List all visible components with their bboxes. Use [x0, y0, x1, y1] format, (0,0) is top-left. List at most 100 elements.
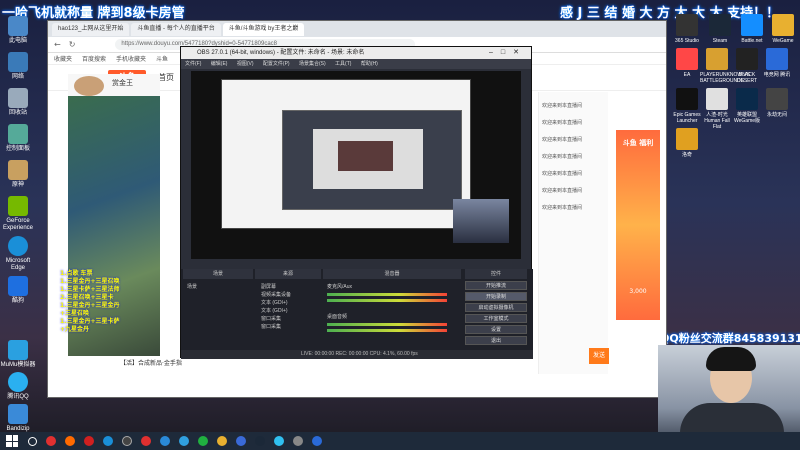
- obs-taskbar-icon[interactable]: [122, 436, 132, 446]
- refresh-icon[interactable]: ↻: [69, 40, 76, 49]
- desktop-icon-this-pc[interactable]: 此电脑: [0, 16, 36, 45]
- source-item[interactable]: 视频采集设备: [261, 291, 291, 298]
- desktop-icon-lol[interactable]: 英雄联盟 WeGame版: [730, 88, 764, 124]
- desktop-icon-epic[interactable]: Epic Games Launcher: [670, 88, 704, 124]
- danmu-list: 欢迎来到本直播间 欢迎来到本直播间 欢迎来到本直播间 欢迎来到本直播间 欢迎来到…: [538, 92, 608, 374]
- steam-taskbar-icon[interactable]: [255, 436, 265, 446]
- bookmark-item[interactable]: 收藏夹: [54, 54, 72, 63]
- exit-button[interactable]: 退出: [465, 336, 527, 345]
- menu-view[interactable]: 视图(V): [237, 61, 254, 67]
- bookmark-item[interactable]: 斗鱼: [156, 54, 168, 63]
- desktop-icon-ea[interactable]: EA: [670, 48, 704, 78]
- virtual-camera-button[interactable]: 启动虚拟摄像机: [465, 303, 527, 312]
- desktop-icon-battlenet[interactable]: Battle.net: [735, 14, 769, 44]
- desktop-icon-qq[interactable]: 腾讯QQ: [0, 372, 36, 401]
- mixer-slider-mic[interactable]: [327, 299, 447, 302]
- source-item[interactable]: 副屏幕: [261, 283, 276, 290]
- tab-douyu-live[interactable]: 斗鱼/斗鱼游戏 by王者之巅: [222, 22, 305, 36]
- black-desert-icon: [736, 48, 758, 70]
- start-recording-button[interactable]: 开始录制: [465, 292, 527, 301]
- desktop-icon-control-panel[interactable]: 控制面板: [0, 124, 36, 153]
- mumu-icon: [8, 340, 28, 360]
- menu-tools[interactable]: 工具(T): [335, 61, 351, 67]
- start-streaming-button[interactable]: 开始推流: [465, 281, 527, 290]
- tab-hao123[interactable]: hao123_上网从这里开始: [52, 22, 130, 36]
- desktop-icon-tencent[interactable]: 电竞网 腾讯: [760, 48, 794, 78]
- list-item: 欢迎来到本直播间: [542, 154, 583, 160]
- menu-file[interactable]: 文件(F): [185, 61, 201, 67]
- source-item[interactable]: 窗口采集: [261, 323, 281, 330]
- edge-icon: [8, 236, 28, 256]
- settings-button[interactable]: 设置: [465, 325, 527, 334]
- panel-scenes-header: 场景: [183, 269, 253, 279]
- desktop-icon-naraka[interactable]: 永劫无间: [760, 88, 794, 118]
- studio-mode-button[interactable]: 工作室模式: [465, 314, 527, 323]
- desktop-icon-wegame[interactable]: WeGame: [766, 14, 800, 44]
- desktop-icon-studio[interactable]: 365 Studio: [670, 14, 704, 44]
- human-fall-flat-icon: [706, 88, 728, 110]
- recycle-bin-icon: [8, 88, 28, 108]
- ad-banner[interactable]: 斗鱼 福利 3,000: [616, 130, 660, 320]
- pubg-icon: [706, 48, 728, 70]
- mabinogi-icon: [676, 128, 698, 150]
- source-item[interactable]: 文本 (GDI+): [261, 307, 288, 314]
- avatar[interactable]: [74, 76, 104, 96]
- search-icon[interactable]: [28, 436, 37, 446]
- desktop-icon-bandizip[interactable]: Bandizip: [0, 404, 36, 433]
- desktop-icon-genshin[interactable]: 原神: [0, 160, 36, 189]
- taskbar-app-icon[interactable]: [293, 436, 303, 446]
- taskbar-app-icon[interactable]: [312, 436, 322, 446]
- desktop-icon-human-fall-flat[interactable]: 人渣-时光 Human Fall Flat: [700, 88, 734, 130]
- desktop-icon-geforce[interactable]: GeForce Experience: [0, 196, 36, 232]
- list-item: 欢迎来到本直播间: [542, 120, 583, 126]
- menu-help[interactable]: 帮助(H): [361, 61, 378, 67]
- taskbar-app-icon[interactable]: [65, 436, 75, 446]
- overlay-qq-group: QQ粉丝交流群845839131: [660, 332, 800, 345]
- desktop-icon-kugou[interactable]: 酷狗: [0, 276, 36, 305]
- preview-webcam: [453, 199, 509, 243]
- chrome-taskbar-icon[interactable]: [217, 436, 227, 446]
- edge-taskbar-icon[interactable]: [179, 436, 189, 446]
- window-controls[interactable]: –□✕: [489, 47, 527, 59]
- panel-controls-header: 控件: [465, 269, 527, 279]
- bookmark-item[interactable]: 百度搜索: [82, 54, 106, 63]
- send-button[interactable]: 发送: [589, 348, 609, 364]
- obs-menubar: 文件(F) 编辑(E) 视图(V) 配置文件(P) 场景集合(S) 工具(T) …: [181, 59, 531, 69]
- source-item[interactable]: 文本 (GDI+): [261, 299, 288, 306]
- list-item: 欢迎来到本直播间: [542, 103, 583, 109]
- desktop-icon-recycle-bin[interactable]: 回收站: [0, 88, 36, 117]
- scene-item[interactable]: 场景: [187, 283, 197, 290]
- windows-start-icon[interactable]: [6, 435, 18, 447]
- back-icon[interactable]: ←: [54, 40, 61, 49]
- menu-scene-collection[interactable]: 场景集合(S): [299, 61, 326, 67]
- tab-douyu[interactable]: 斗鱼直播 - 每个人的直播平台: [131, 22, 221, 36]
- nav-home-link[interactable]: 首页: [158, 72, 174, 83]
- desktop-icon-steam[interactable]: Steam: [703, 14, 737, 44]
- mixer-label-desktop: 桌面音频: [327, 314, 348, 320]
- promo-bottom[interactable]: 【活】合成新品·金手指: [120, 358, 182, 367]
- bookmark-item[interactable]: 手机收藏夹: [116, 54, 146, 63]
- source-item[interactable]: 窗口采集: [261, 315, 281, 322]
- obs-preview[interactable]: [191, 71, 521, 259]
- desktop-icon-edge[interactable]: Microsoft Edge: [0, 236, 36, 272]
- taskbar-app-icon[interactable]: [46, 436, 56, 446]
- taskbar-app-icon[interactable]: [141, 436, 151, 446]
- menu-profile[interactable]: 配置文件(P): [263, 61, 290, 67]
- nested-preview: [221, 79, 471, 229]
- taskbar-app-icon[interactable]: [160, 436, 170, 446]
- epic-icon: [676, 88, 698, 110]
- panel-sources-header: 来源: [255, 269, 321, 279]
- menu-edit[interactable]: 编辑(E): [211, 61, 228, 67]
- list-item: 欢迎来到本直播间: [542, 171, 583, 177]
- taskbar-app-icon[interactable]: [236, 436, 246, 446]
- desktop-icon-mabinogi[interactable]: 洛奇: [670, 128, 704, 158]
- taskbar-app-icon[interactable]: [84, 436, 94, 446]
- mixer-slider-desktop[interactable]: [327, 329, 447, 332]
- taskbar-app-icon[interactable]: [103, 436, 113, 446]
- desktop-icon-black-desert[interactable]: BLACK DESERT: [730, 48, 764, 84]
- desktop-icon-mumu[interactable]: MuMu模拟器: [0, 340, 36, 369]
- taskbar-app-icon[interactable]: [198, 436, 208, 446]
- desktop-icon-pubg[interactable]: PLAYERUNKNOWN'S BATTLEGROUNDS: [700, 48, 750, 84]
- desktop-icon-network[interactable]: 网络: [0, 52, 36, 81]
- qq-taskbar-icon[interactable]: [274, 436, 284, 446]
